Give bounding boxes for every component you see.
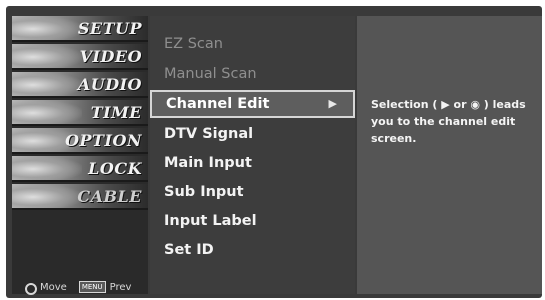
category-label: CABLE bbox=[77, 187, 142, 206]
lock-icon bbox=[12, 156, 82, 180]
menu-item-label: Sub Input bbox=[164, 184, 244, 200]
category-label: TIME bbox=[90, 103, 142, 122]
move-icon bbox=[22, 280, 37, 295]
menu-item-channel-edit[interactable]: Channel Edit ▶ bbox=[150, 90, 355, 118]
menu-item-label: EZ Scan bbox=[164, 36, 223, 52]
category-column: SETUP VIDEO AUDIO TIME OPTION LOCK CABLE bbox=[12, 16, 148, 296]
menu-item-input-label[interactable]: Input Label bbox=[150, 207, 355, 235]
video-icon bbox=[12, 44, 82, 68]
setup-icon bbox=[12, 16, 82, 40]
tv-menu-frame: SETUP VIDEO AUDIO TIME OPTION LOCK CABLE bbox=[6, 6, 542, 298]
category-audio[interactable]: AUDIO bbox=[12, 72, 148, 98]
category-time[interactable]: TIME bbox=[12, 100, 148, 126]
menu-item-label: Main Input bbox=[164, 155, 252, 171]
menu-item-manual-scan: Manual Scan bbox=[150, 60, 355, 88]
right-arrow-icon: ▶ bbox=[328, 97, 337, 110]
menu-item-label: Input Label bbox=[164, 213, 257, 229]
menu-item-sub-input[interactable]: Sub Input bbox=[150, 178, 355, 206]
category-label: VIDEO bbox=[79, 47, 142, 66]
menu-item-dtv-signal[interactable]: DTV Signal bbox=[150, 120, 355, 148]
menu-item-label: Channel Edit bbox=[166, 96, 270, 112]
clock-icon bbox=[12, 100, 82, 124]
menu-item-label: DTV Signal bbox=[164, 126, 254, 142]
menu-key-icon: MENU bbox=[78, 281, 106, 293]
menu-item-set-id[interactable]: Set ID bbox=[150, 236, 355, 264]
menu-item-ez-scan: EZ Scan bbox=[150, 30, 355, 58]
category-label: AUDIO bbox=[77, 75, 142, 94]
category-label: OPTION bbox=[65, 131, 142, 150]
category-label: SETUP bbox=[77, 19, 142, 38]
move-label: Move bbox=[40, 281, 67, 293]
cable-icon bbox=[12, 184, 82, 208]
description-panel: Selection ( ▶ or ◉ ) leads you to the ch… bbox=[357, 16, 542, 294]
setup-menu-panel: EZ Scan Manual Scan Channel Edit ▶ DTV S… bbox=[150, 16, 355, 294]
category-setup[interactable]: SETUP bbox=[12, 16, 148, 42]
prev-label: Prev bbox=[109, 281, 132, 293]
menu-item-label: Set ID bbox=[164, 242, 214, 258]
category-label: LOCK bbox=[88, 159, 142, 178]
category-cable[interactable]: CABLE bbox=[12, 184, 148, 210]
category-video[interactable]: VIDEO bbox=[12, 44, 148, 70]
category-option[interactable]: OPTION bbox=[12, 128, 148, 154]
menu-item-label: Manual Scan bbox=[164, 66, 257, 82]
menu-item-main-input[interactable]: Main Input bbox=[150, 149, 355, 177]
category-lock[interactable]: LOCK bbox=[12, 156, 148, 182]
audio-icon bbox=[12, 72, 82, 96]
navigation-legend: Move MENU Prev bbox=[22, 278, 131, 296]
description-text: Selection ( ▶ or ◉ ) leads you to the ch… bbox=[371, 98, 526, 145]
